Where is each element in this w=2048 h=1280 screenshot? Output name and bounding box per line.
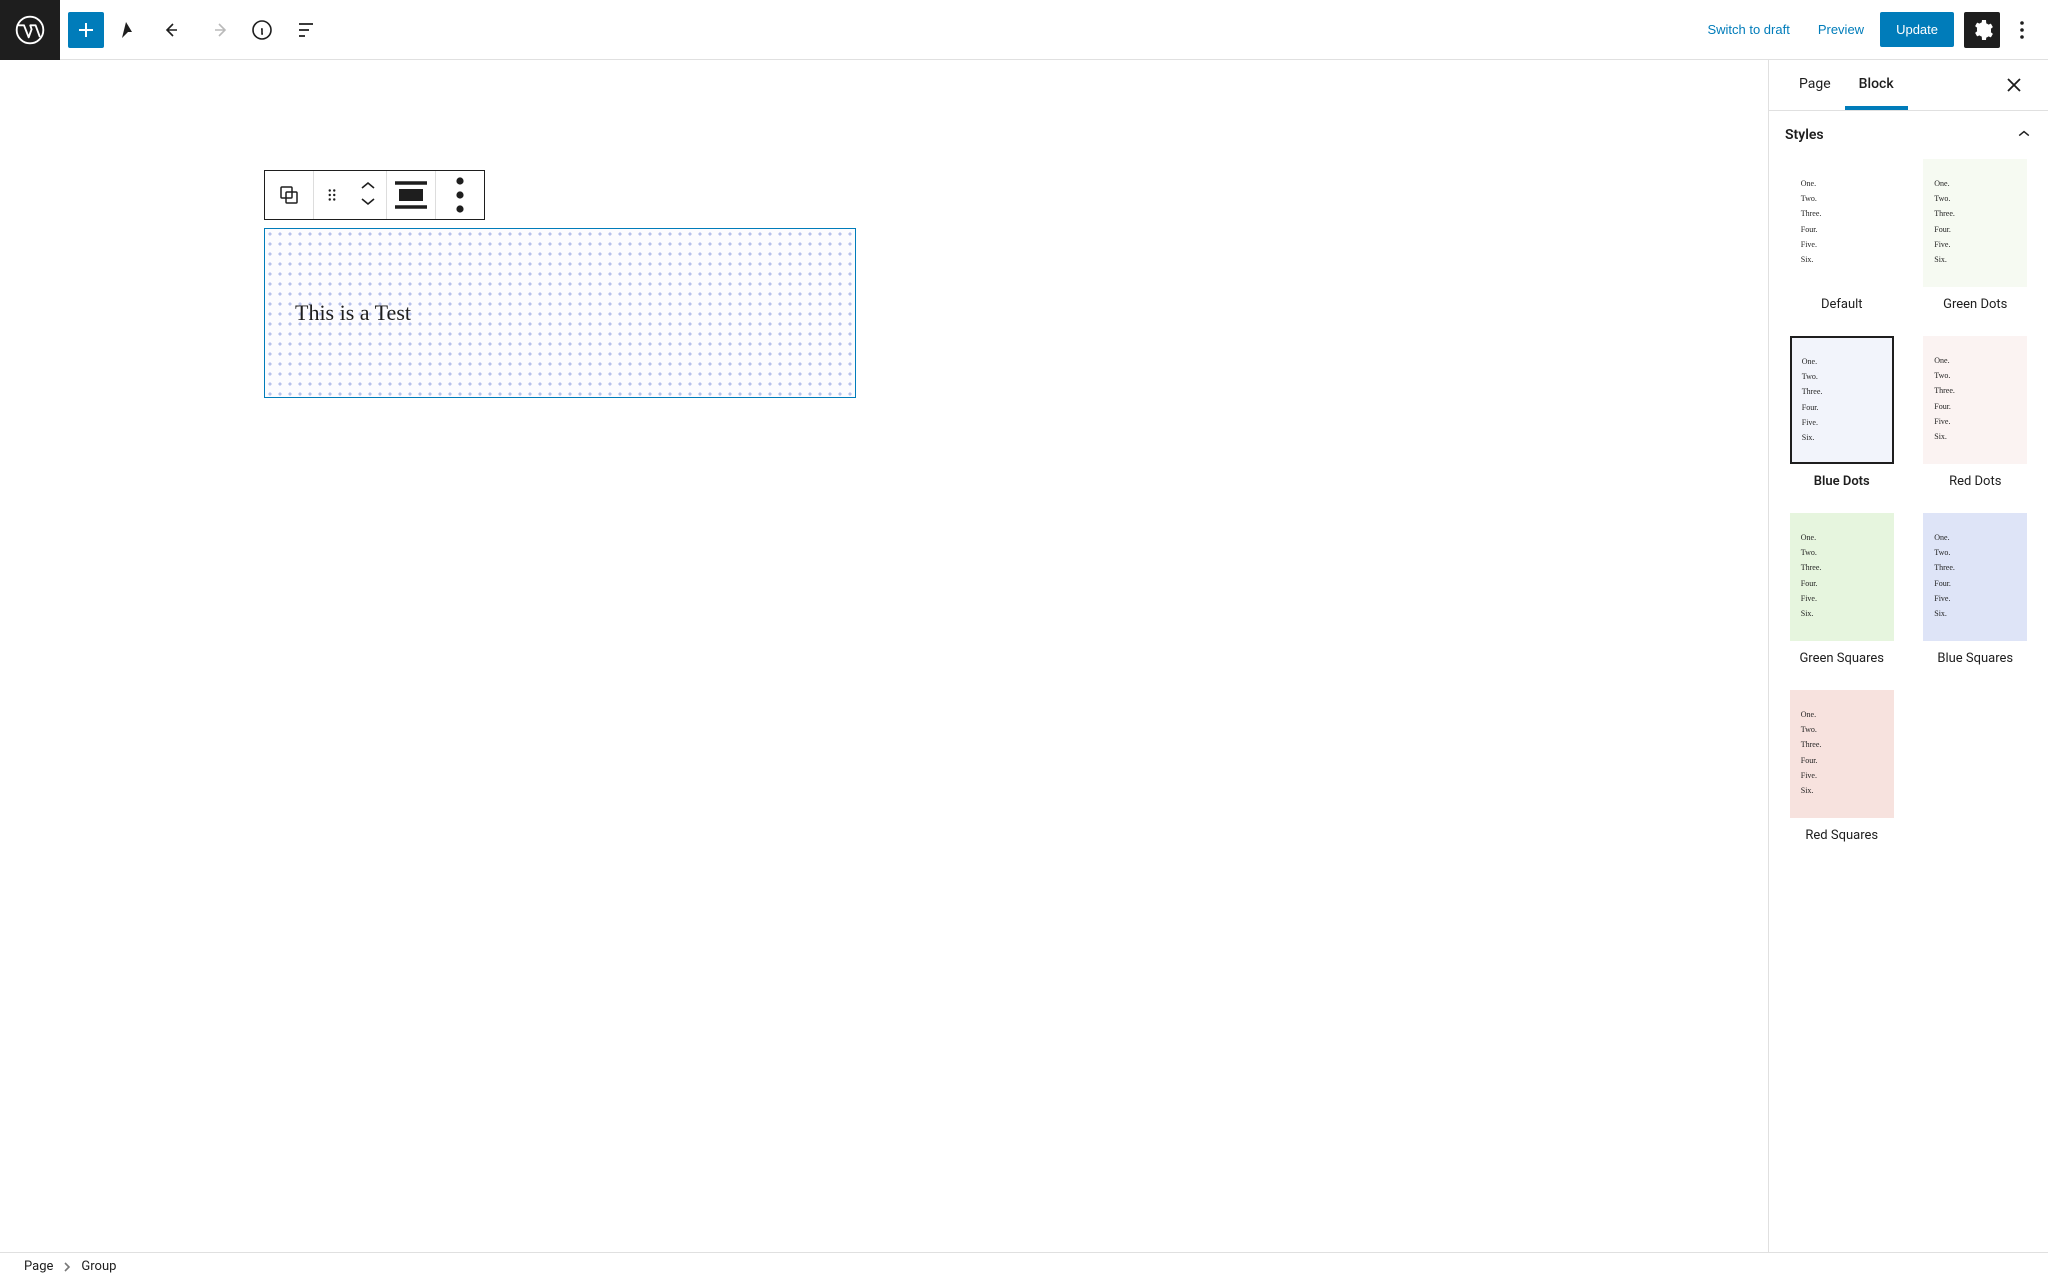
style-preview-default: One.Two.Three.Four.Five.Six. (1790, 159, 1894, 287)
preview-button[interactable]: Preview (1806, 12, 1876, 47)
update-button[interactable]: Update (1880, 12, 1954, 47)
style-preview-green-dots: One.Two.Three.Four.Five.Six. (1923, 159, 2027, 287)
document-outline-button[interactable] (288, 12, 324, 48)
style-option-green-squares[interactable]: One.Two.Three.Four.Five.Six. Green Squar… (1785, 513, 1899, 666)
style-option-green-dots[interactable]: One.Two.Three.Four.Five.Six. Green Dots (1919, 159, 2033, 312)
tools-select-button[interactable] (112, 12, 148, 48)
block-inserter-button[interactable] (68, 12, 104, 48)
style-option-red-squares[interactable]: One.Two.Three.Four.Five.Six. Red Squares (1785, 690, 1899, 843)
editor-canvas[interactable]: This is a Test (0, 60, 1768, 1252)
chevron-up-icon (2016, 127, 2032, 143)
block-drag-handle[interactable] (314, 171, 350, 219)
more-options-button[interactable] (2004, 12, 2040, 48)
breadcrumb-group[interactable]: Group (81, 1259, 116, 1274)
style-label: Red Squares (1785, 828, 1899, 843)
sidebar-tabs: Page Block (1769, 60, 2048, 111)
style-option-blue-dots[interactable]: One.Two.Three.Four.Five.Six. Blue Dots (1785, 336, 1899, 489)
style-preview-red-squares: One.Two.Three.Four.Five.Six. (1790, 690, 1894, 818)
style-preview-green-squares: One.Two.Three.Four.Five.Six. (1790, 513, 1894, 641)
close-sidebar-button[interactable] (1996, 67, 2032, 103)
styles-panel-header[interactable]: Styles (1769, 111, 2048, 159)
style-label: Blue Squares (1919, 651, 2033, 666)
document-details-button[interactable] (244, 12, 280, 48)
style-label: Green Squares (1785, 651, 1899, 666)
styles-heading: Styles (1785, 127, 1824, 143)
redo-button[interactable] (200, 12, 236, 48)
selected-group-block[interactable]: This is a Test (264, 228, 856, 398)
style-preview-blue-squares: One.Two.Three.Four.Five.Six. (1923, 513, 2027, 641)
tab-block[interactable]: Block (1845, 60, 1908, 110)
undo-button[interactable] (156, 12, 192, 48)
editor-top-toolbar: Switch to draft Preview Update (0, 0, 2048, 60)
move-up-button[interactable] (358, 180, 378, 195)
style-option-red-dots[interactable]: One.Two.Three.Four.Five.Six. Red Dots (1919, 336, 2033, 489)
switch-to-draft-button[interactable]: Switch to draft (1695, 12, 1801, 47)
block-type-button[interactable] (265, 171, 313, 219)
style-preview-blue-dots: One.Two.Three.Four.Five.Six. (1790, 336, 1894, 464)
style-label: Default (1785, 297, 1899, 312)
settings-sidebar: Page Block Styles One.Two.Three.Four.Fiv… (1768, 60, 2048, 1252)
style-variations-grid: One.Two.Three.Four.Five.Six. Default One… (1785, 159, 2032, 843)
tab-page[interactable]: Page (1785, 60, 1845, 110)
style-option-default[interactable]: One.Two.Three.Four.Five.Six. Default (1785, 159, 1899, 312)
settings-button[interactable] (1964, 12, 2000, 48)
block-movers (350, 171, 386, 219)
chevron-right-icon (61, 1261, 73, 1273)
block-align-button[interactable] (387, 171, 435, 219)
block-toolbar (264, 170, 485, 220)
style-label: Red Dots (1919, 474, 2033, 489)
block-more-options-button[interactable] (436, 171, 484, 219)
style-preview-red-dots: One.Two.Three.Four.Five.Six. (1923, 336, 2027, 464)
wordpress-logo[interactable] (0, 0, 60, 60)
style-label: Blue Dots (1785, 474, 1899, 489)
styles-panel: Styles One.Two.Three.Four.Five.Six. Defa… (1769, 111, 2048, 859)
move-down-button[interactable] (358, 195, 378, 210)
style-option-blue-squares[interactable]: One.Two.Three.Four.Five.Six. Blue Square… (1919, 513, 2033, 666)
block-text-content[interactable]: This is a Test (295, 300, 411, 326)
block-breadcrumb: Page Group (0, 1252, 2048, 1280)
style-label: Green Dots (1919, 297, 2033, 312)
breadcrumb-page[interactable]: Page (24, 1259, 53, 1274)
